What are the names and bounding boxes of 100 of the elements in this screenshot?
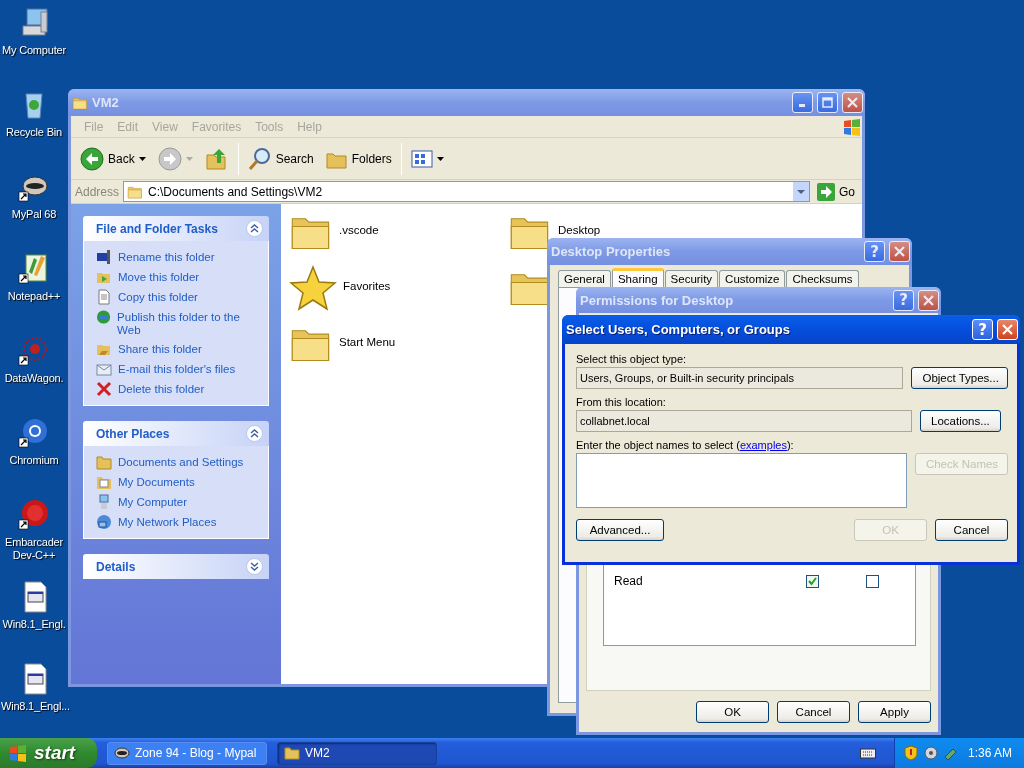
cancel-button[interactable]: Cancel bbox=[935, 519, 1008, 541]
close-button[interactable] bbox=[889, 241, 910, 262]
desktop-icon-label[interactable]: MyPal 68 bbox=[11, 208, 57, 221]
desktop-icon-label[interactable]: DataWagon. bbox=[4, 372, 64, 385]
locations-button[interactable]: Locations... bbox=[920, 410, 1001, 432]
task-link[interactable]: Move this folder bbox=[118, 269, 200, 284]
field-label: Select this object type: bbox=[576, 352, 688, 367]
close-button[interactable] bbox=[842, 92, 863, 113]
address-label: Address bbox=[75, 184, 120, 199]
close-button[interactable] bbox=[997, 319, 1018, 340]
task-link[interactable]: Delete this folder bbox=[118, 381, 205, 396]
folders-button[interactable]: Folders bbox=[322, 146, 395, 171]
allow-checkbox[interactable] bbox=[806, 574, 819, 588]
dialog-button[interactable]: OK bbox=[696, 701, 769, 723]
dialog-button[interactable]: Cancel bbox=[777, 701, 850, 723]
close-icon bbox=[894, 246, 905, 257]
file-name[interactable]: Start Menu bbox=[339, 336, 396, 348]
tab[interactable]: Sharing bbox=[611, 268, 664, 287]
task-link[interactable]: Publish this folder to the Web bbox=[117, 309, 258, 337]
panel-title[interactable]: Details bbox=[96, 559, 136, 574]
checkmark-icon bbox=[808, 576, 817, 586]
desktop-icon-label[interactable]: Chromium bbox=[9, 454, 59, 467]
object-type-field: Users, Groups, or Built-in security principals bbox=[576, 367, 904, 389]
task-link[interactable]: Documents and Settings bbox=[118, 454, 244, 469]
chevron-icon bbox=[250, 429, 259, 438]
window-title: VM2 bbox=[92, 95, 120, 110]
up-folder-icon bbox=[204, 146, 229, 171]
search-icon bbox=[247, 146, 272, 171]
deny-checkbox[interactable] bbox=[866, 574, 879, 588]
folder-icon bbox=[96, 454, 112, 470]
star-icon bbox=[289, 264, 337, 312]
file-name[interactable]: Favorites bbox=[343, 280, 391, 292]
desktop-icon-label[interactable]: Win8.1_Engl. bbox=[2, 618, 66, 631]
field-label: Enter the object names to select (examples): bbox=[576, 438, 795, 453]
task-link[interactable]: Rename this folder bbox=[118, 249, 215, 264]
desktop-icon-label[interactable]: Win8.1_Engl... bbox=[1, 700, 67, 713]
go-button[interactable]: Go bbox=[814, 180, 858, 203]
maximize-icon bbox=[822, 97, 833, 108]
chevron-icon bbox=[250, 562, 259, 571]
documents-folder-icon bbox=[96, 474, 112, 490]
task-link[interactable]: My Documents bbox=[118, 474, 195, 489]
expand-button[interactable] bbox=[246, 558, 263, 575]
globe-icon bbox=[96, 309, 112, 325]
tab[interactable]: General bbox=[558, 270, 611, 287]
start-button[interactable]: start bbox=[0, 738, 97, 768]
permission-label: Read bbox=[614, 574, 644, 588]
tab[interactable]: Customize bbox=[719, 270, 786, 287]
desktop-icon-label[interactable]: Recycle Bin bbox=[6, 126, 62, 139]
close-icon bbox=[847, 97, 858, 108]
desktop-shortcut-icon[interactable] bbox=[17, 498, 51, 532]
maximize-button[interactable] bbox=[817, 92, 838, 113]
shield-icon[interactable] bbox=[903, 745, 919, 761]
dialog-title: Select Users, Computers, or Groups bbox=[566, 322, 791, 337]
dialog-title: Permissions for Desktop bbox=[580, 292, 735, 308]
minimize-button[interactable] bbox=[792, 92, 813, 113]
computer-icon bbox=[96, 494, 112, 510]
tab[interactable]: Security bbox=[664, 270, 719, 287]
copy-icon bbox=[96, 289, 112, 305]
task-link[interactable]: Share this folder bbox=[118, 341, 202, 356]
desktop-icon-label[interactable]: My Computer bbox=[2, 44, 66, 57]
chevron-icon bbox=[250, 224, 259, 233]
caret-icon bbox=[436, 156, 444, 161]
task-link[interactable]: My Network Places bbox=[118, 514, 217, 529]
delete-icon bbox=[96, 381, 112, 397]
dialog-title: Desktop Properties bbox=[551, 244, 672, 259]
address-field[interactable]: C:\Documents and Settings\VM2 bbox=[123, 181, 810, 202]
search-button[interactable]: Search bbox=[244, 144, 317, 173]
help-button[interactable]: ? bbox=[972, 319, 993, 340]
desktop-icon-label[interactable]: Embarcader Dev-C++ bbox=[1, 536, 67, 562]
collapse-button[interactable] bbox=[246, 425, 263, 442]
file-name[interactable]: .vscode bbox=[339, 224, 379, 236]
close-icon bbox=[923, 294, 934, 306]
file-name[interactable]: Desktop bbox=[558, 224, 601, 236]
dialog-button[interactable]: Apply bbox=[858, 701, 931, 723]
close-icon bbox=[1002, 324, 1013, 335]
caret-icon bbox=[185, 156, 193, 161]
field-label: From this location: bbox=[576, 395, 667, 410]
windows-flag-icon bbox=[8, 744, 28, 762]
back-button[interactable]: Back bbox=[77, 144, 149, 173]
object-names-field[interactable] bbox=[576, 453, 907, 508]
windows-flag-icon bbox=[842, 117, 862, 136]
views-icon bbox=[410, 149, 433, 168]
envelope-icon bbox=[96, 361, 112, 377]
object-types-button[interactable]: Object Types... bbox=[911, 367, 1008, 389]
clock[interactable]: 1:36 AM bbox=[967, 746, 1012, 760]
taskbar-button[interactable]: VM2 bbox=[277, 741, 437, 765]
caret-icon bbox=[138, 156, 146, 161]
close-button[interactable] bbox=[918, 289, 939, 311]
tab[interactable]: Checksums bbox=[786, 270, 859, 287]
advanced-button[interactable]: Advanced... bbox=[576, 519, 664, 541]
keyboard-icon[interactable] bbox=[860, 747, 876, 759]
rename-icon bbox=[96, 249, 112, 265]
folder-icon bbox=[284, 745, 300, 761]
desktop-icon-label[interactable]: Notepad++ bbox=[7, 290, 61, 303]
task-link[interactable]: My Computer bbox=[118, 494, 188, 509]
task-link[interactable]: Copy this folder bbox=[118, 289, 198, 304]
task-link[interactable]: E-mail this folder's files bbox=[118, 361, 236, 376]
collapse-button[interactable] bbox=[246, 220, 263, 237]
taskbar-button[interactable]: Zone 94 - Blog - Mypal bbox=[107, 741, 267, 765]
location-field: collabnet.local bbox=[576, 410, 912, 432]
